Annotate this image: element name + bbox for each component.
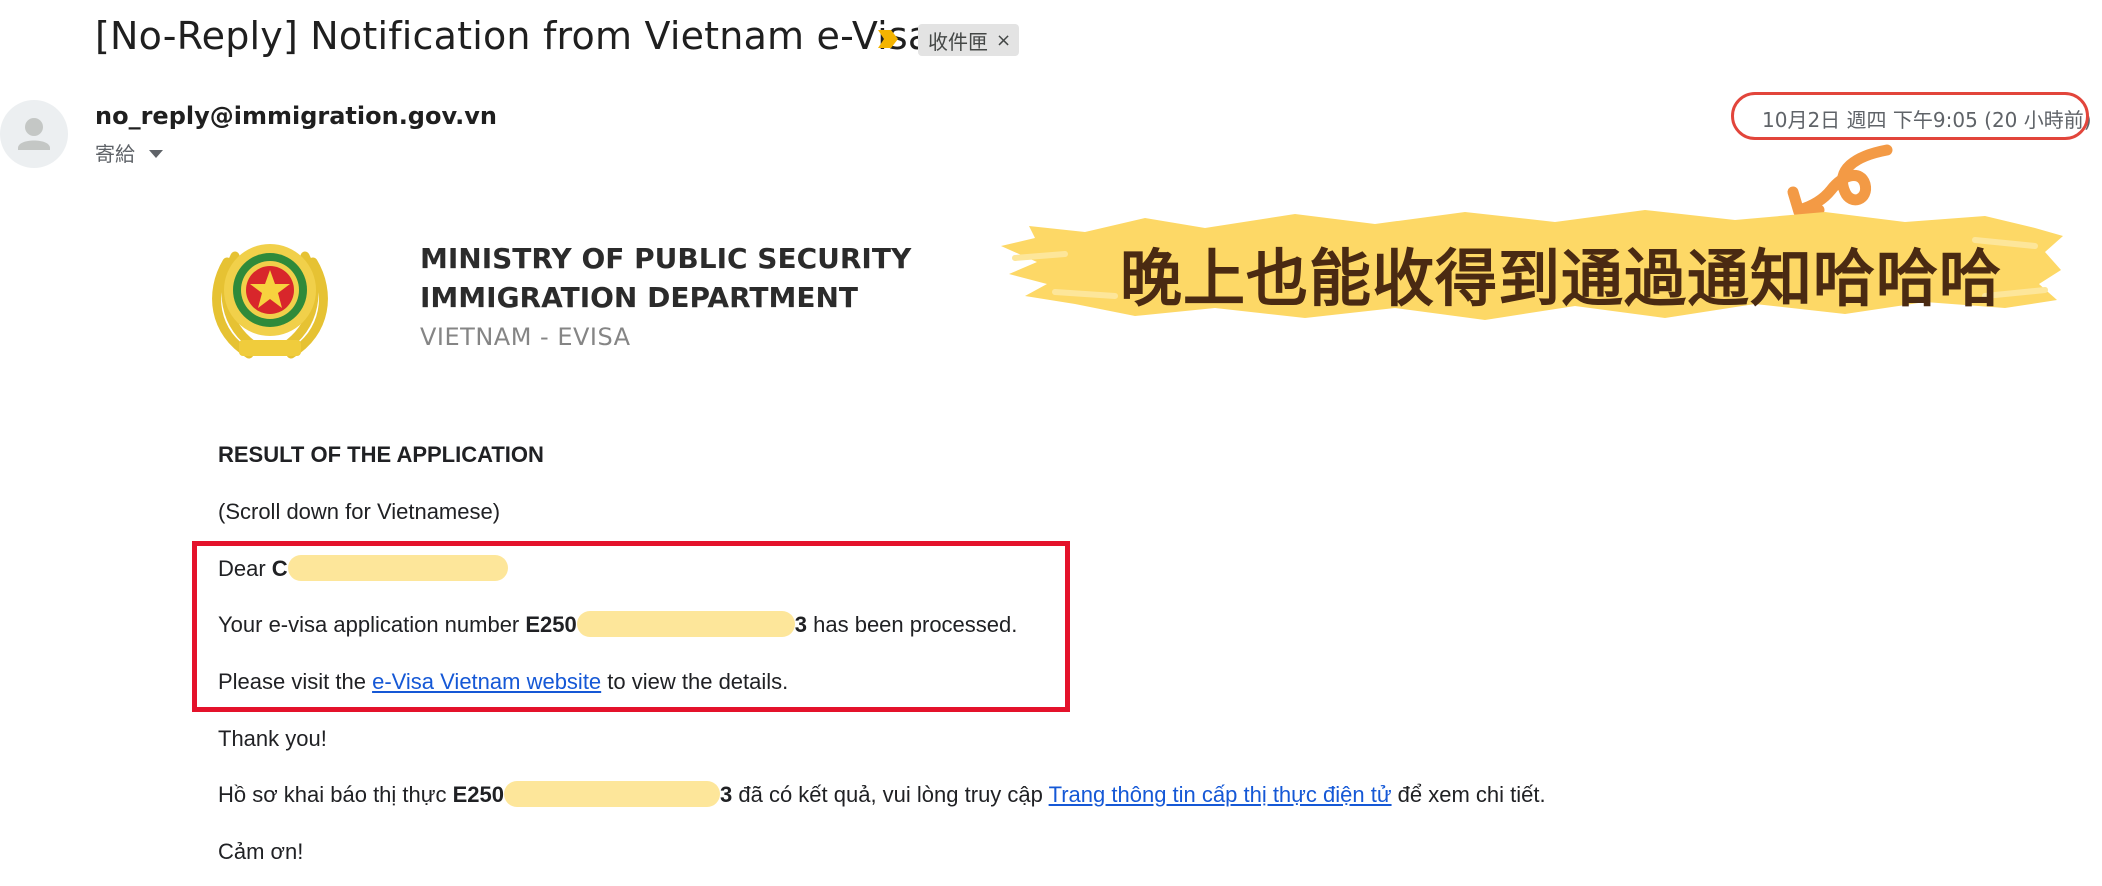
department-name: IMMIGRATION DEPARTMENT xyxy=(420,281,859,314)
person-icon xyxy=(18,118,50,150)
vn-number-start: E250 xyxy=(452,782,504,807)
remove-label-icon[interactable]: × xyxy=(996,30,1011,51)
vietnamese-message-line: Hồ sơ khai báo thị thực E250 3 đã có kết … xyxy=(218,781,1546,808)
scroll-note: (Scroll down for Vietnamese) xyxy=(218,499,501,524)
vn-middle: đã có kết quả, vui lòng truy cập xyxy=(732,782,1049,807)
chevron-down-icon xyxy=(149,150,163,158)
vietnamese-thanks-line: Cảm ơn! xyxy=(218,839,304,864)
date-highlight-circle xyxy=(1731,92,2089,140)
vn-suffix: để xem chi tiết. xyxy=(1391,782,1546,807)
ministry-emblem-logo xyxy=(212,244,328,359)
vn-evisa-info-link[interactable]: Trang thông tin cấp thị thực điện tử xyxy=(1049,782,1392,807)
inbox-label-chip[interactable]: 收件匣 × xyxy=(918,24,1020,56)
redacted-vn-number xyxy=(504,781,720,808)
ministry-name: MINISTRY OF PUBLIC SECURITY xyxy=(420,242,912,275)
highlight-red-box xyxy=(192,541,1070,712)
importance-marker-icon[interactable] xyxy=(876,28,900,50)
evisa-subtitle: VIETNAM - EVISA xyxy=(420,323,631,351)
vn-prefix: Hồ sơ khai báo thị thực xyxy=(218,782,453,807)
to-label: 寄給 xyxy=(95,142,135,166)
result-heading: RESULT OF THE APPLICATION xyxy=(218,442,544,467)
email-subject: [No-Reply] Notification from Vietnam e-V… xyxy=(95,14,932,58)
recipient-details-toggle[interactable]: 寄給 xyxy=(95,138,163,167)
vn-number-end: 3 xyxy=(720,782,733,807)
annotation-banner-text: 晚上也能收得到通過通知哈哈哈 xyxy=(1120,242,2003,315)
inbox-label-text: 收件匣 xyxy=(928,29,988,54)
sender-avatar[interactable] xyxy=(0,100,68,168)
sender-email[interactable]: no_reply@immigration.gov.vn xyxy=(95,102,497,130)
thank-you-line: Thank you! xyxy=(218,726,327,751)
